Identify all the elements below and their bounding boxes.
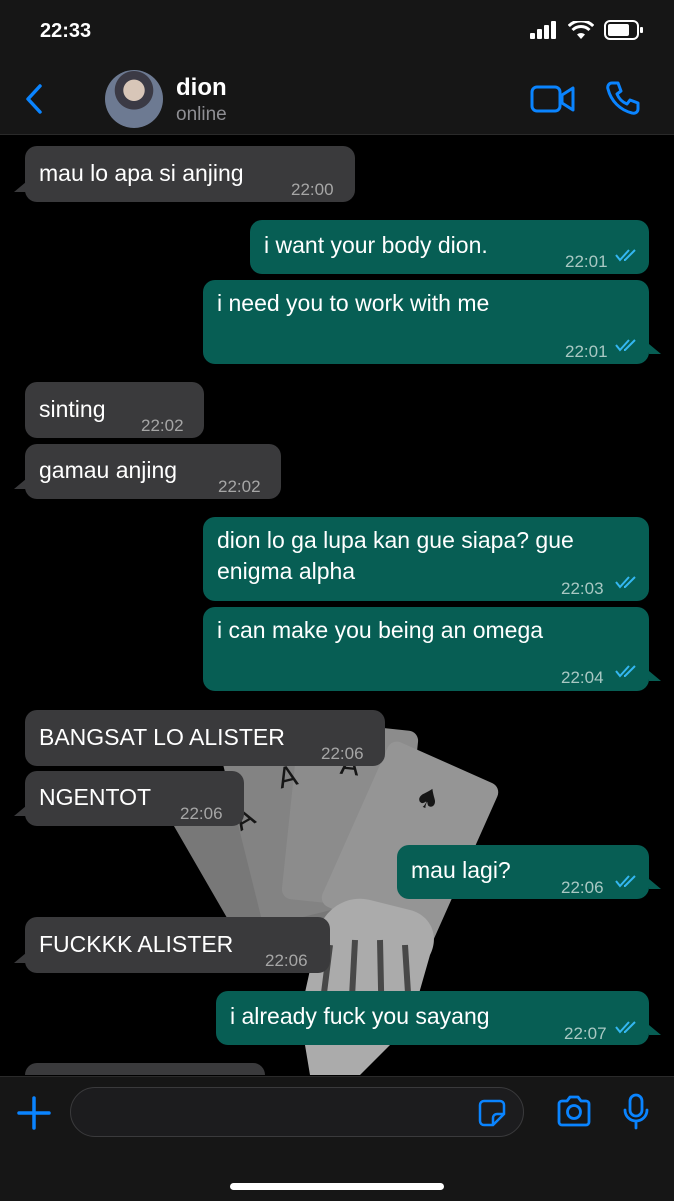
chat-header: dion online [0,64,674,135]
status-bar: 22:33 [0,0,674,64]
message-outgoing[interactable]: i already fuck you sayang 22:07 [216,991,649,1045]
message-incoming[interactable]: gamau anjing 22:02 [25,444,281,499]
message-time: 22:06 [180,804,223,823]
battery-icon [604,20,643,40]
message-text-line-1: dion lo ga lupa kan gue siapa? gue [217,527,574,553]
message-incoming[interactable]: sinting 22:02 [25,382,204,438]
phone-icon[interactable] [604,80,640,116]
message-time: 22:06 [265,951,308,970]
message-incoming[interactable]: mau lo apa si anjing 22:00 [25,146,355,202]
read-receipt-icon [615,1021,636,1034]
signal-icon [530,21,556,39]
message-outgoing[interactable]: i need you to work with me 22:01 [203,280,649,364]
message-text: i can make you being an omega [217,617,544,643]
bubble-tail [14,953,26,963]
microphone-icon[interactable] [622,1093,650,1131]
bubble-tail [649,1025,661,1035]
bubble-tail [14,479,26,489]
sticker-icon[interactable] [478,1099,506,1127]
message-text-line-2: enigma alpha [217,558,356,584]
contact-name[interactable]: dion [176,74,227,102]
video-call-icon[interactable] [530,84,576,114]
avatar[interactable] [105,70,163,128]
message-text: NGENTOT [39,784,152,810]
message-incoming[interactable]: FUCKKK ALISTER 22:06 [25,917,330,973]
message-time: 22:01 [565,342,608,361]
status-icons [530,20,644,40]
message-outgoing[interactable]: dion lo ga lupa kan gue siapa? gue enigm… [203,517,649,601]
message-incoming[interactable]: NGENTOT 22:06 [25,771,244,826]
message-input[interactable] [70,1087,524,1137]
message-time: 22:07 [564,1024,607,1043]
read-receipt-icon [615,249,636,262]
home-indicator [230,1183,444,1190]
composer-bar [0,1076,674,1201]
bubble-tail [649,879,661,889]
message-outgoing[interactable]: i can make you being an omega 22:04 [203,607,649,691]
message-time: 22:00 [291,180,334,199]
message-text: sinting [39,396,106,422]
read-receipt-icon [615,576,636,589]
read-receipt-icon [615,339,636,352]
bubble-tail [649,344,661,354]
status-time: 22:33 [40,20,92,42]
contact-status: online [176,104,227,125]
message-time: 22:06 [561,878,604,897]
plus-icon[interactable] [16,1095,52,1131]
message-text: mau lagi? [411,857,511,883]
bubble-tail [14,806,26,816]
camera-icon[interactable] [556,1095,592,1127]
message-text: FUCKKK ALISTER [39,931,234,957]
wifi-icon [568,20,594,39]
message-time: 22:02 [218,477,261,496]
message-text: gamau anjing [39,457,178,483]
message-incoming-partial[interactable] [25,1063,265,1075]
message-text: i already fuck you sayang [230,1003,490,1029]
message-text: mau lo apa si anjing [39,160,244,186]
chat-area[interactable]: A A A ♠ mau lo apa si anjing 22:00 i wan… [0,135,674,1075]
message-outgoing[interactable]: mau lagi? 22:06 [397,845,649,899]
message-incoming[interactable]: BANGSAT LO ALISTER 22:06 [25,710,385,766]
message-time: 22:03 [561,579,604,598]
message-text: i want your body dion. [264,232,488,258]
message-time: 22:01 [565,252,608,271]
message-text: i need you to work with me [217,290,490,316]
message-time: 22:04 [561,668,604,687]
read-receipt-icon [615,875,636,888]
read-receipt-icon [615,665,636,678]
message-outgoing[interactable]: i want your body dion. 22:01 [250,220,649,274]
bubble-tail [14,182,26,192]
back-chevron-icon[interactable] [20,82,50,116]
message-time: 22:02 [141,416,184,435]
message-time: 22:06 [321,744,364,763]
bubble-tail [649,671,661,681]
message-text: BANGSAT LO ALISTER [39,724,285,750]
